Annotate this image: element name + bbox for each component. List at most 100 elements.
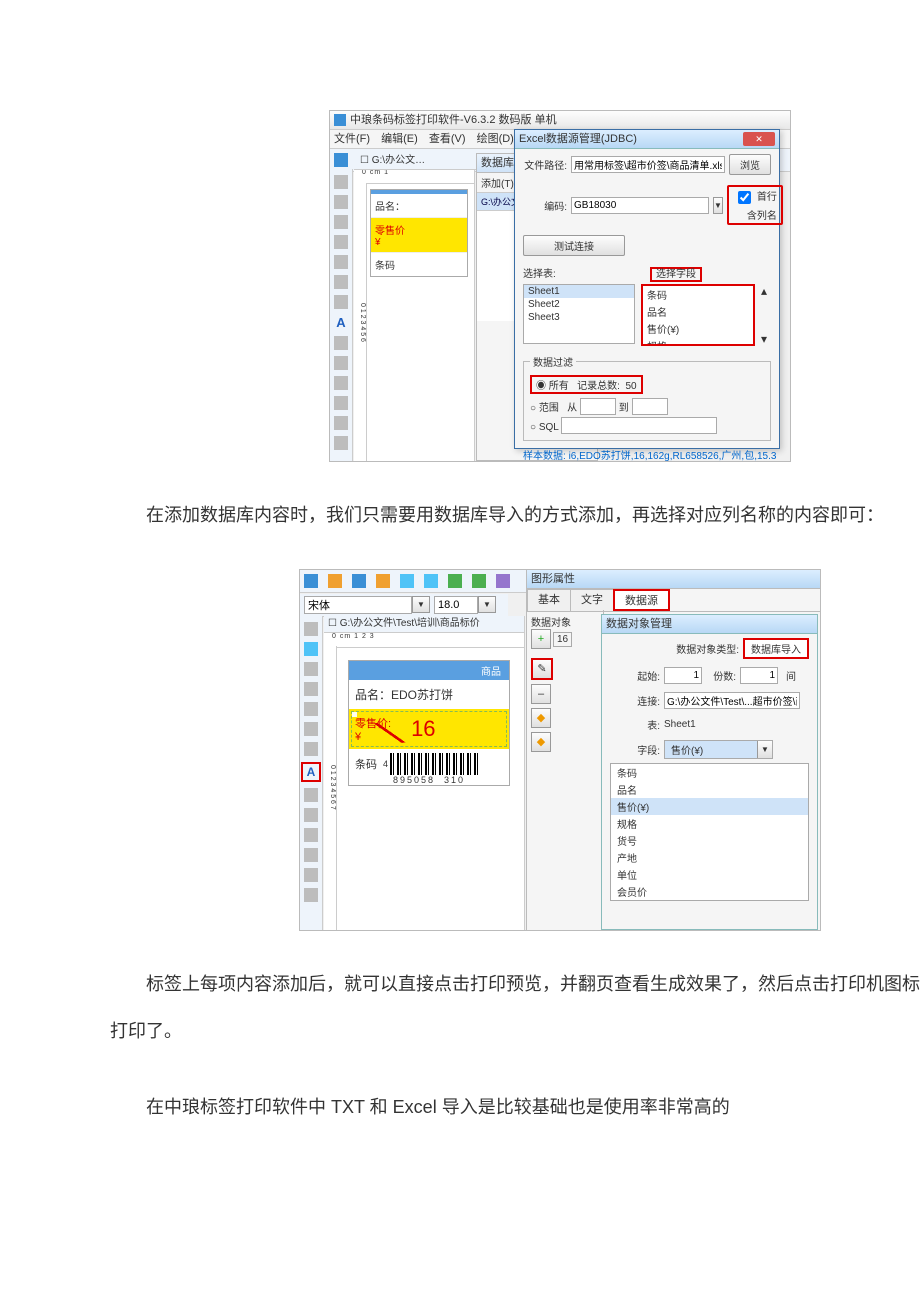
design-canvas-2[interactable]: ☐ G:\办公文件\Test\培训\商品标价 0 cm 1 2 3 0 1 2 … [324, 616, 525, 930]
count-input[interactable] [740, 667, 778, 684]
obj-type-value[interactable]: 数据库导入 [743, 638, 809, 659]
circle-icon[interactable] [304, 702, 318, 716]
field-dropdown-list[interactable]: 条码 品名 售价(¥) 规格 货号 产地 单位 会员价 [610, 763, 809, 901]
sheet-item[interactable]: Sheet2 [524, 298, 634, 311]
field-item[interactable]: 条码 [643, 286, 753, 303]
db-icon[interactable] [448, 574, 462, 588]
undo-icon[interactable] [304, 888, 318, 902]
excel-dialog-title: Excel数据源管理(JDBC)✕ [515, 130, 779, 149]
barcode-right-digits: 310 [444, 775, 465, 785]
edit-obj-icon[interactable]: ✎ [531, 658, 553, 680]
label2-price-box[interactable]: 零售价:¥ 16 [349, 709, 509, 749]
image-icon[interactable] [304, 742, 318, 756]
save-icon[interactable] [352, 574, 366, 588]
field-combo[interactable]: 售价(¥) ▼ [664, 740, 773, 759]
scroll-up-icon[interactable]: ▴ [761, 284, 771, 298]
design-canvas[interactable]: 0 cm 1 0 1 2 3 4 5 6 品名： 零售价¥ 条码 [354, 169, 475, 461]
field-option[interactable]: 货号 [611, 832, 808, 849]
font-name-dropdown[interactable]: ▼ [412, 596, 430, 613]
print-icon[interactable] [400, 574, 414, 588]
field-option[interactable]: 单位 [611, 866, 808, 883]
sheet-item[interactable]: Sheet3 [524, 311, 634, 324]
table-icon[interactable] [304, 848, 318, 862]
menu-draw[interactable]: 绘图(D) [477, 133, 514, 145]
curve-icon[interactable] [304, 868, 318, 882]
rotate-icon[interactable] [304, 642, 318, 656]
field-option[interactable]: 规格 [611, 815, 808, 832]
label-price-sym: ¥ [375, 237, 381, 248]
new-icon[interactable] [304, 574, 318, 588]
ruler-horizontal: 0 cm 1 [354, 169, 474, 184]
field-option[interactable]: 会员价 [611, 883, 808, 900]
list-icon[interactable] [304, 788, 318, 802]
move-up-icon[interactable]: ◆ [531, 708, 551, 728]
new-icon[interactable] [334, 153, 348, 167]
font-size-input[interactable] [434, 596, 478, 614]
text-tool-icon[interactable]: A [301, 762, 321, 782]
open-icon[interactable] [328, 574, 342, 588]
field-item[interactable]: 规格 [643, 337, 753, 346]
field-item[interactable]: 售价(¥) [643, 320, 753, 337]
delete-obj-icon[interactable]: – [531, 684, 551, 704]
pointer-icon[interactable] [304, 622, 318, 636]
warn-icon[interactable] [334, 376, 348, 390]
hand-icon[interactable] [334, 195, 348, 209]
text-icon[interactable]: A [336, 315, 345, 330]
line-icon[interactable] [304, 662, 318, 676]
conn-input[interactable] [664, 692, 800, 709]
firstrow-checkbox[interactable]: 首行含列名 [727, 185, 783, 225]
screenshot-db-import: 中琅条码标签打印软件-V6.3.2 数码版 单机 文件(F) 编辑(E) 查看(… [329, 110, 791, 462]
tab-basic[interactable]: 基本 [527, 589, 571, 611]
table-icon[interactable] [334, 396, 348, 410]
db-add-link[interactable]: 添加(T) [481, 179, 514, 190]
sheet-item[interactable]: Sheet1 [524, 285, 634, 298]
curve-icon[interactable] [334, 416, 348, 430]
field-option[interactable]: 品名 [611, 781, 808, 798]
path-input[interactable] [571, 156, 725, 173]
field-option[interactable]: 条码 [611, 764, 808, 781]
filter-sql-option[interactable]: ○ SQL [530, 417, 764, 434]
settings-icon[interactable] [376, 574, 390, 588]
export-icon[interactable] [472, 574, 486, 588]
pointer-icon[interactable] [334, 175, 348, 189]
start-input[interactable] [664, 667, 702, 684]
move-down-icon[interactable]: ◆ [531, 732, 551, 752]
rect-icon[interactable] [334, 275, 348, 289]
test-connection-button[interactable]: 测试连接 [523, 235, 625, 256]
line-icon[interactable] [334, 215, 348, 229]
field-combo-dropdown[interactable]: ▼ [757, 741, 772, 758]
ellipse-icon[interactable] [334, 235, 348, 249]
close-icon[interactable]: ✕ [743, 132, 775, 146]
path-label: 文件路径: [523, 157, 567, 172]
field-option[interactable]: 产地 [611, 849, 808, 866]
field-list[interactable]: 条码 品名 售价(¥) 规格 货号 [641, 284, 755, 346]
browse-button[interactable]: 浏览 [729, 154, 771, 175]
rect-icon[interactable] [304, 722, 318, 736]
circle-icon[interactable] [334, 255, 348, 269]
tab-datasource[interactable]: 数据源 [613, 589, 670, 611]
barcode-icon[interactable] [334, 356, 348, 370]
font-name-input[interactable] [304, 596, 412, 614]
menu-file[interactable]: 文件(F) [334, 133, 370, 145]
warn-icon[interactable] [304, 828, 318, 842]
field-option-selected[interactable]: 售价(¥) [611, 798, 808, 815]
scroll-down-icon[interactable]: ▾ [761, 332, 771, 346]
menu-view[interactable]: 查看(V) [429, 133, 466, 145]
menu-edit[interactable]: 编辑(E) [381, 133, 418, 145]
undo-icon[interactable] [334, 436, 348, 450]
filter-range-option[interactable]: ○ 范围 从 到 [530, 398, 764, 415]
tab-text[interactable]: 文字 [570, 589, 614, 611]
field-item[interactable]: 品名 [643, 303, 753, 320]
ellipse-icon[interactable] [304, 682, 318, 696]
add-obj-icon[interactable]: + [531, 629, 551, 649]
preview-icon[interactable] [424, 574, 438, 588]
font-size-dropdown[interactable]: ▼ [478, 596, 496, 613]
image-icon[interactable] [334, 295, 348, 309]
barcode-icon[interactable] [304, 808, 318, 822]
grid-icon[interactable] [496, 574, 510, 588]
filter-all-option[interactable]: ◉ 所有 记录总数: 50 [530, 375, 643, 394]
encoding-input[interactable] [571, 197, 709, 214]
sheet-list[interactable]: Sheet1 Sheet2 Sheet3 [523, 284, 635, 344]
list-icon[interactable] [334, 336, 348, 350]
encoding-dropdown[interactable]: ▼ [713, 197, 723, 214]
